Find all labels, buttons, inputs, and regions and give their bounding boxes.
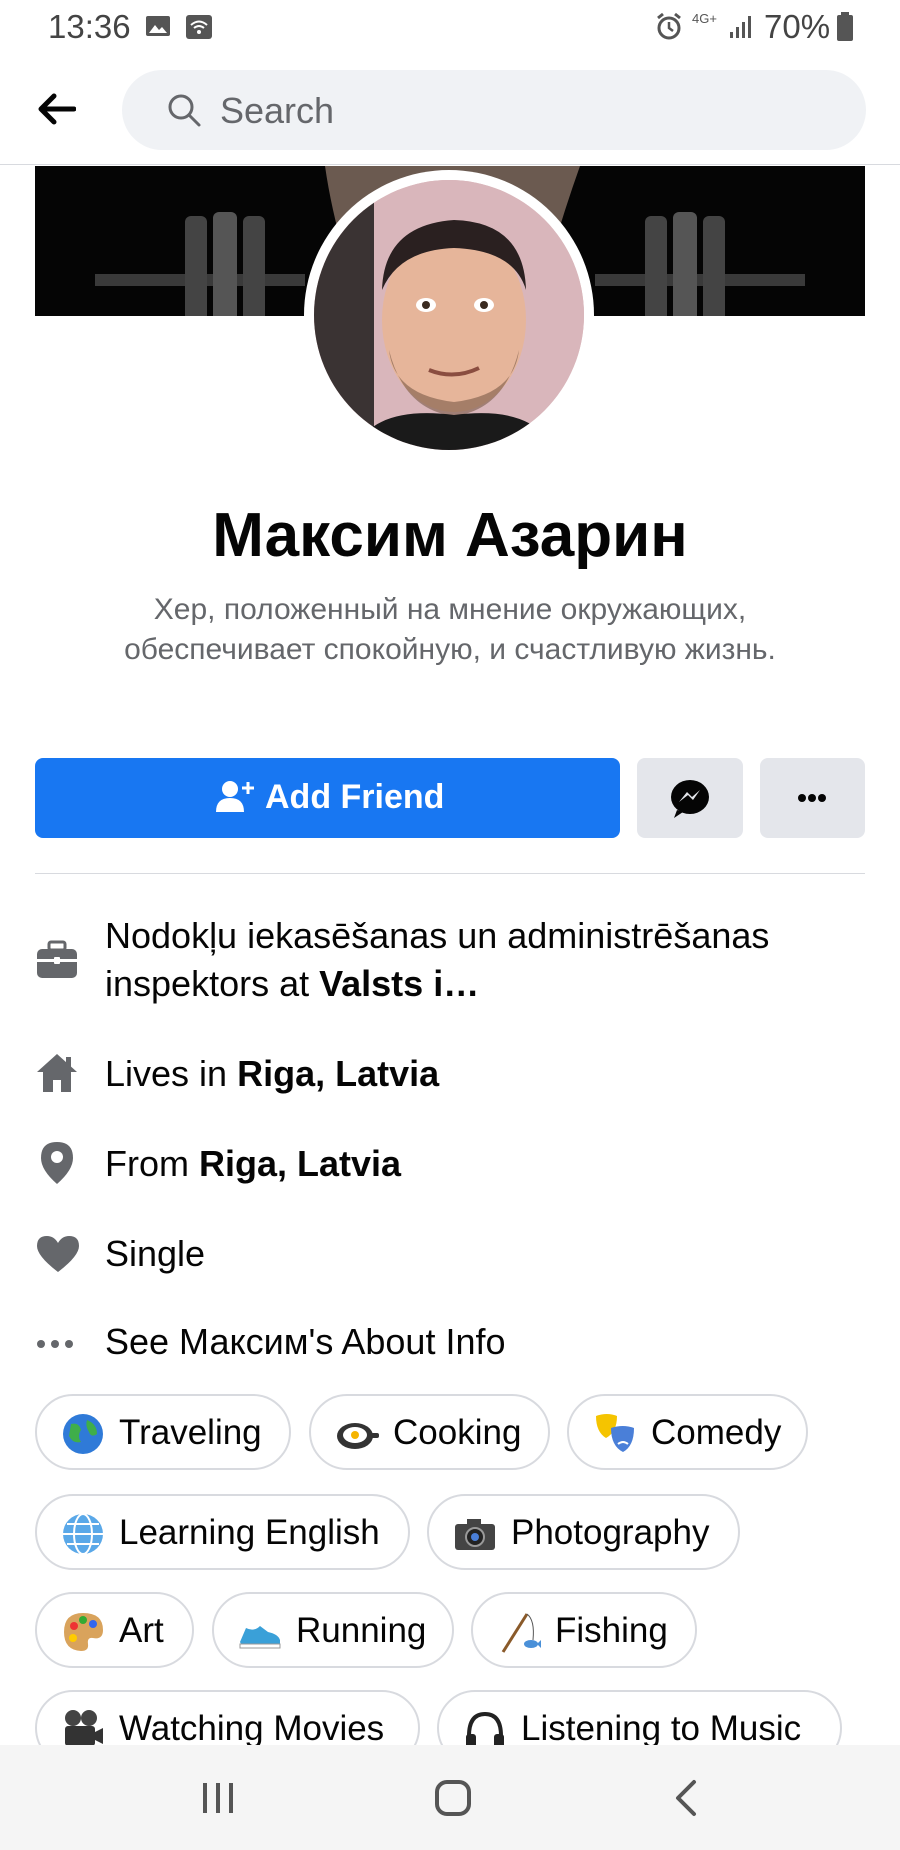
- profile-picture[interactable]: [304, 170, 594, 460]
- battery-percent: 70%: [764, 8, 831, 45]
- status-bar: 13:36 4G+ 70%: [0, 0, 900, 56]
- gallery-icon: [145, 14, 171, 43]
- hobby-chip-traveling[interactable]: Traveling: [35, 1394, 291, 1470]
- globe-meridians-icon: [61, 1512, 105, 1556]
- messenger-icon: [671, 780, 709, 818]
- home-button[interactable]: [434, 1779, 472, 1822]
- from-place[interactable]: Riga, Latvia: [199, 1143, 401, 1184]
- see-about-info-link[interactable]: See Максим's About Info: [35, 1318, 865, 1368]
- profile-name: Максим Азарин: [212, 501, 688, 570]
- home-square-icon: [435, 1780, 471, 1816]
- see-about-info-label: See Максим's About Info: [105, 1321, 506, 1362]
- lives-prefix: Lives in: [105, 1053, 238, 1094]
- system-nav-bar: [0, 1745, 900, 1850]
- hobby-label: Comedy: [651, 1413, 782, 1452]
- location-pin-icon: [39, 1140, 75, 1191]
- recent-apps-icon: [203, 1783, 233, 1813]
- info-relationship[interactable]: Single: [35, 1230, 865, 1280]
- network-type: 4G+: [692, 11, 717, 26]
- hobby-label: Cooking: [393, 1413, 522, 1452]
- alarm-icon: [654, 12, 684, 47]
- from-text: From Riga, Latvia: [105, 1140, 401, 1188]
- theater-masks-icon: [593, 1412, 637, 1456]
- wifi-call-icon: [185, 14, 213, 45]
- ellipsis-icon: [35, 1336, 75, 1354]
- hobby-chip-learning-english[interactable]: Learning English: [35, 1494, 410, 1570]
- profile-bio: Хер, положенный на мнение окружающих, об…: [124, 593, 776, 666]
- back-arrow-icon: [38, 93, 77, 125]
- info-from[interactable]: From Riga, Latvia: [35, 1140, 865, 1190]
- hobby-chip-comedy[interactable]: Comedy: [567, 1394, 808, 1470]
- back-button[interactable]: [36, 92, 86, 132]
- running-shoe-icon: [238, 1610, 282, 1654]
- hobby-label: Photography: [511, 1513, 710, 1552]
- avatar: [314, 180, 584, 450]
- fishing-pole-icon: [497, 1610, 541, 1654]
- home-icon: [35, 1052, 79, 1099]
- more-icon: [798, 794, 826, 802]
- add-friend-label: Add Friend: [265, 778, 445, 816]
- system-back-button[interactable]: [674, 1779, 698, 1822]
- search-icon: [166, 92, 202, 133]
- hobby-label: Learning English: [119, 1513, 380, 1552]
- lives-text: Lives in Riga, Latvia: [105, 1050, 439, 1098]
- hobby-chip-fishing[interactable]: Fishing: [471, 1592, 697, 1668]
- relationship-text: Single: [105, 1233, 206, 1274]
- add-friend-icon: [215, 778, 255, 821]
- info-lives[interactable]: Lives in Riga, Latvia: [35, 1050, 865, 1100]
- signal-icon: [728, 14, 754, 45]
- battery-icon: [836, 12, 854, 47]
- search-placeholder: Search: [220, 90, 335, 131]
- message-button[interactable]: [637, 758, 743, 838]
- info-work[interactable]: Nodokļu iekasēšanas un administrēšanas i…: [35, 912, 865, 1012]
- add-friend-button[interactable]: Add Friend: [35, 758, 620, 838]
- recent-apps-button[interactable]: [200, 1781, 236, 1820]
- work-text: Nodokļu iekasēšanas un administrēšanas i…: [105, 912, 865, 1008]
- frying-pan-icon: [335, 1412, 379, 1456]
- chevron-left-icon: [676, 1780, 696, 1816]
- hobby-label: Art: [119, 1611, 164, 1650]
- hobby-label: Running: [296, 1611, 427, 1650]
- more-options-button[interactable]: [760, 758, 865, 838]
- search-input[interactable]: Search: [122, 70, 866, 150]
- from-prefix: From: [105, 1143, 199, 1184]
- briefcase-icon: [35, 940, 79, 985]
- hobby-label: Traveling: [119, 1413, 262, 1452]
- hobby-label: Fishing: [555, 1611, 668, 1650]
- work-place[interactable]: Valsts i…: [319, 963, 479, 1004]
- hobby-chip-photography[interactable]: Photography: [427, 1494, 740, 1570]
- camera-icon: [453, 1512, 497, 1556]
- globe-icon: [61, 1412, 105, 1456]
- palette-icon: [61, 1610, 105, 1654]
- heart-icon: [35, 1234, 81, 1279]
- divider: [35, 873, 865, 874]
- hobby-chip-running[interactable]: Running: [212, 1592, 454, 1668]
- hobby-label: Watching Movies: [119, 1709, 385, 1748]
- lives-place[interactable]: Riga, Latvia: [237, 1053, 439, 1094]
- status-time: 13:36: [48, 8, 131, 45]
- top-bar: Search: [0, 56, 900, 165]
- hobby-label: Listening to Music: [521, 1709, 802, 1748]
- hobby-chip-art[interactable]: Art: [35, 1592, 194, 1668]
- hobby-chip-cooking[interactable]: Cooking: [309, 1394, 550, 1470]
